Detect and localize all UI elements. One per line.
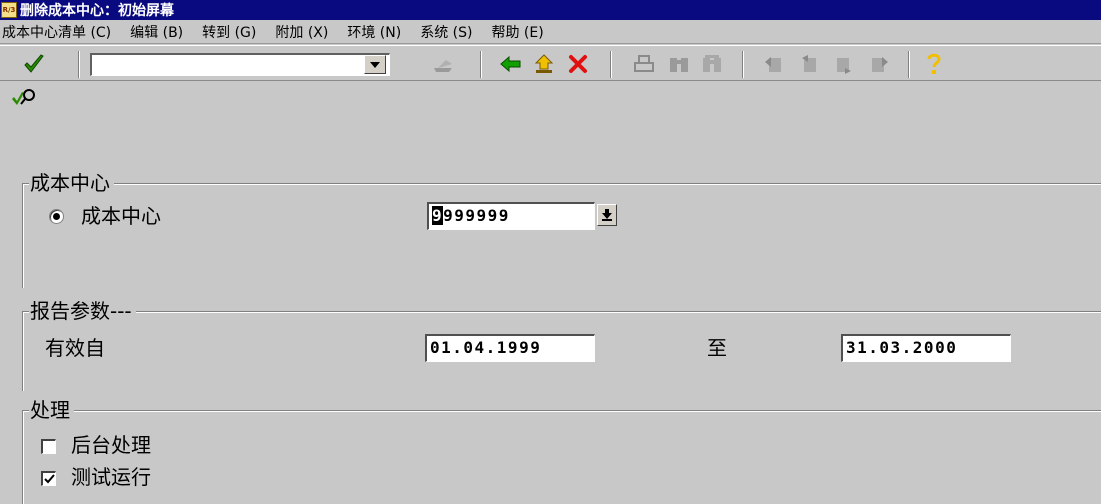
chevron-down-icon xyxy=(370,61,380,68)
toolbar-separator xyxy=(610,51,612,78)
group-cost-center: 成本中心 成本中心 9999999 xyxy=(22,171,1101,288)
test-run-label: 测试运行 xyxy=(71,465,151,489)
valid-from-label: 有效自 xyxy=(45,336,105,360)
valid-from-input[interactable]: 01.04.1999 xyxy=(425,334,595,362)
find-next-icon xyxy=(698,50,726,78)
find-icon xyxy=(665,50,693,78)
execute-search-icon[interactable] xyxy=(8,84,40,112)
toolbar-separator xyxy=(480,51,482,78)
cost-center-label: 成本中心 xyxy=(81,204,161,228)
toolbar-separator xyxy=(78,51,80,78)
command-field-dropdown-button[interactable] xyxy=(364,55,386,74)
group-processing: 处理 后台处理 测试运行 xyxy=(22,398,1101,504)
group-report-parameters: 报告参数--- 有效自 01.04.1999 至 31.03.2000 xyxy=(22,299,1101,391)
last-page-icon xyxy=(865,50,893,78)
group-title-processing: 处理 xyxy=(29,398,74,422)
menu-system[interactable]: 系统 (S) xyxy=(418,22,472,42)
valid-to-input[interactable]: 31.03.2000 xyxy=(841,334,1011,362)
toolbar-separator xyxy=(742,51,744,78)
group-title-cost-center: 成本中心 xyxy=(29,171,114,195)
back-arrow-icon[interactable] xyxy=(497,50,525,78)
window-title: 删除成本中心：初始屏幕 xyxy=(20,3,174,19)
test-run-checkbox[interactable] xyxy=(41,471,56,486)
menu-help[interactable]: 帮助 (E) xyxy=(489,22,543,42)
cancel-x-icon[interactable] xyxy=(564,50,592,78)
menu-edit[interactable]: 编辑 (B) xyxy=(128,22,183,42)
checkmark-icon xyxy=(43,474,55,484)
to-label: 至 xyxy=(707,336,727,360)
first-page-icon xyxy=(760,50,788,78)
menu-environment[interactable]: 环境 (N) xyxy=(345,22,401,42)
arrow-down-icon xyxy=(602,209,612,221)
cost-center-f4-help-button[interactable] xyxy=(597,204,617,226)
cost-center-radio[interactable] xyxy=(49,209,64,224)
next-page-icon xyxy=(830,50,858,78)
menu-cost-center-list[interactable]: 成本中心清单 (C) xyxy=(0,22,111,42)
exit-up-icon[interactable] xyxy=(530,50,558,78)
print-icon xyxy=(630,50,658,78)
previous-page-icon xyxy=(795,50,823,78)
command-field[interactable] xyxy=(90,53,390,76)
menu-bar: 成本中心清单 (C) 编辑 (B) 转到 (G) 附加 (X) 环境 (N) 系… xyxy=(0,20,1101,44)
toolbar-separator xyxy=(908,51,910,78)
enter-check-icon[interactable] xyxy=(20,50,48,78)
title-bar: R/3 删除成本中心：初始屏幕 xyxy=(0,0,1101,20)
cost-center-input[interactable]: 9999999 xyxy=(427,202,595,230)
menu-goto[interactable]: 转到 (G) xyxy=(200,22,256,42)
menu-extras[interactable]: 附加 (X) xyxy=(273,22,328,42)
background-processing-checkbox[interactable] xyxy=(41,439,56,454)
group-title-report-parameters: 报告参数--- xyxy=(29,299,136,323)
background-processing-label: 后台处理 xyxy=(71,433,151,457)
sap-logo-icon: R/3 xyxy=(1,2,17,18)
application-toolbar xyxy=(0,82,1101,164)
help-icon[interactable] xyxy=(920,50,948,78)
standard-toolbar xyxy=(0,45,1101,81)
save-icon xyxy=(430,50,458,78)
